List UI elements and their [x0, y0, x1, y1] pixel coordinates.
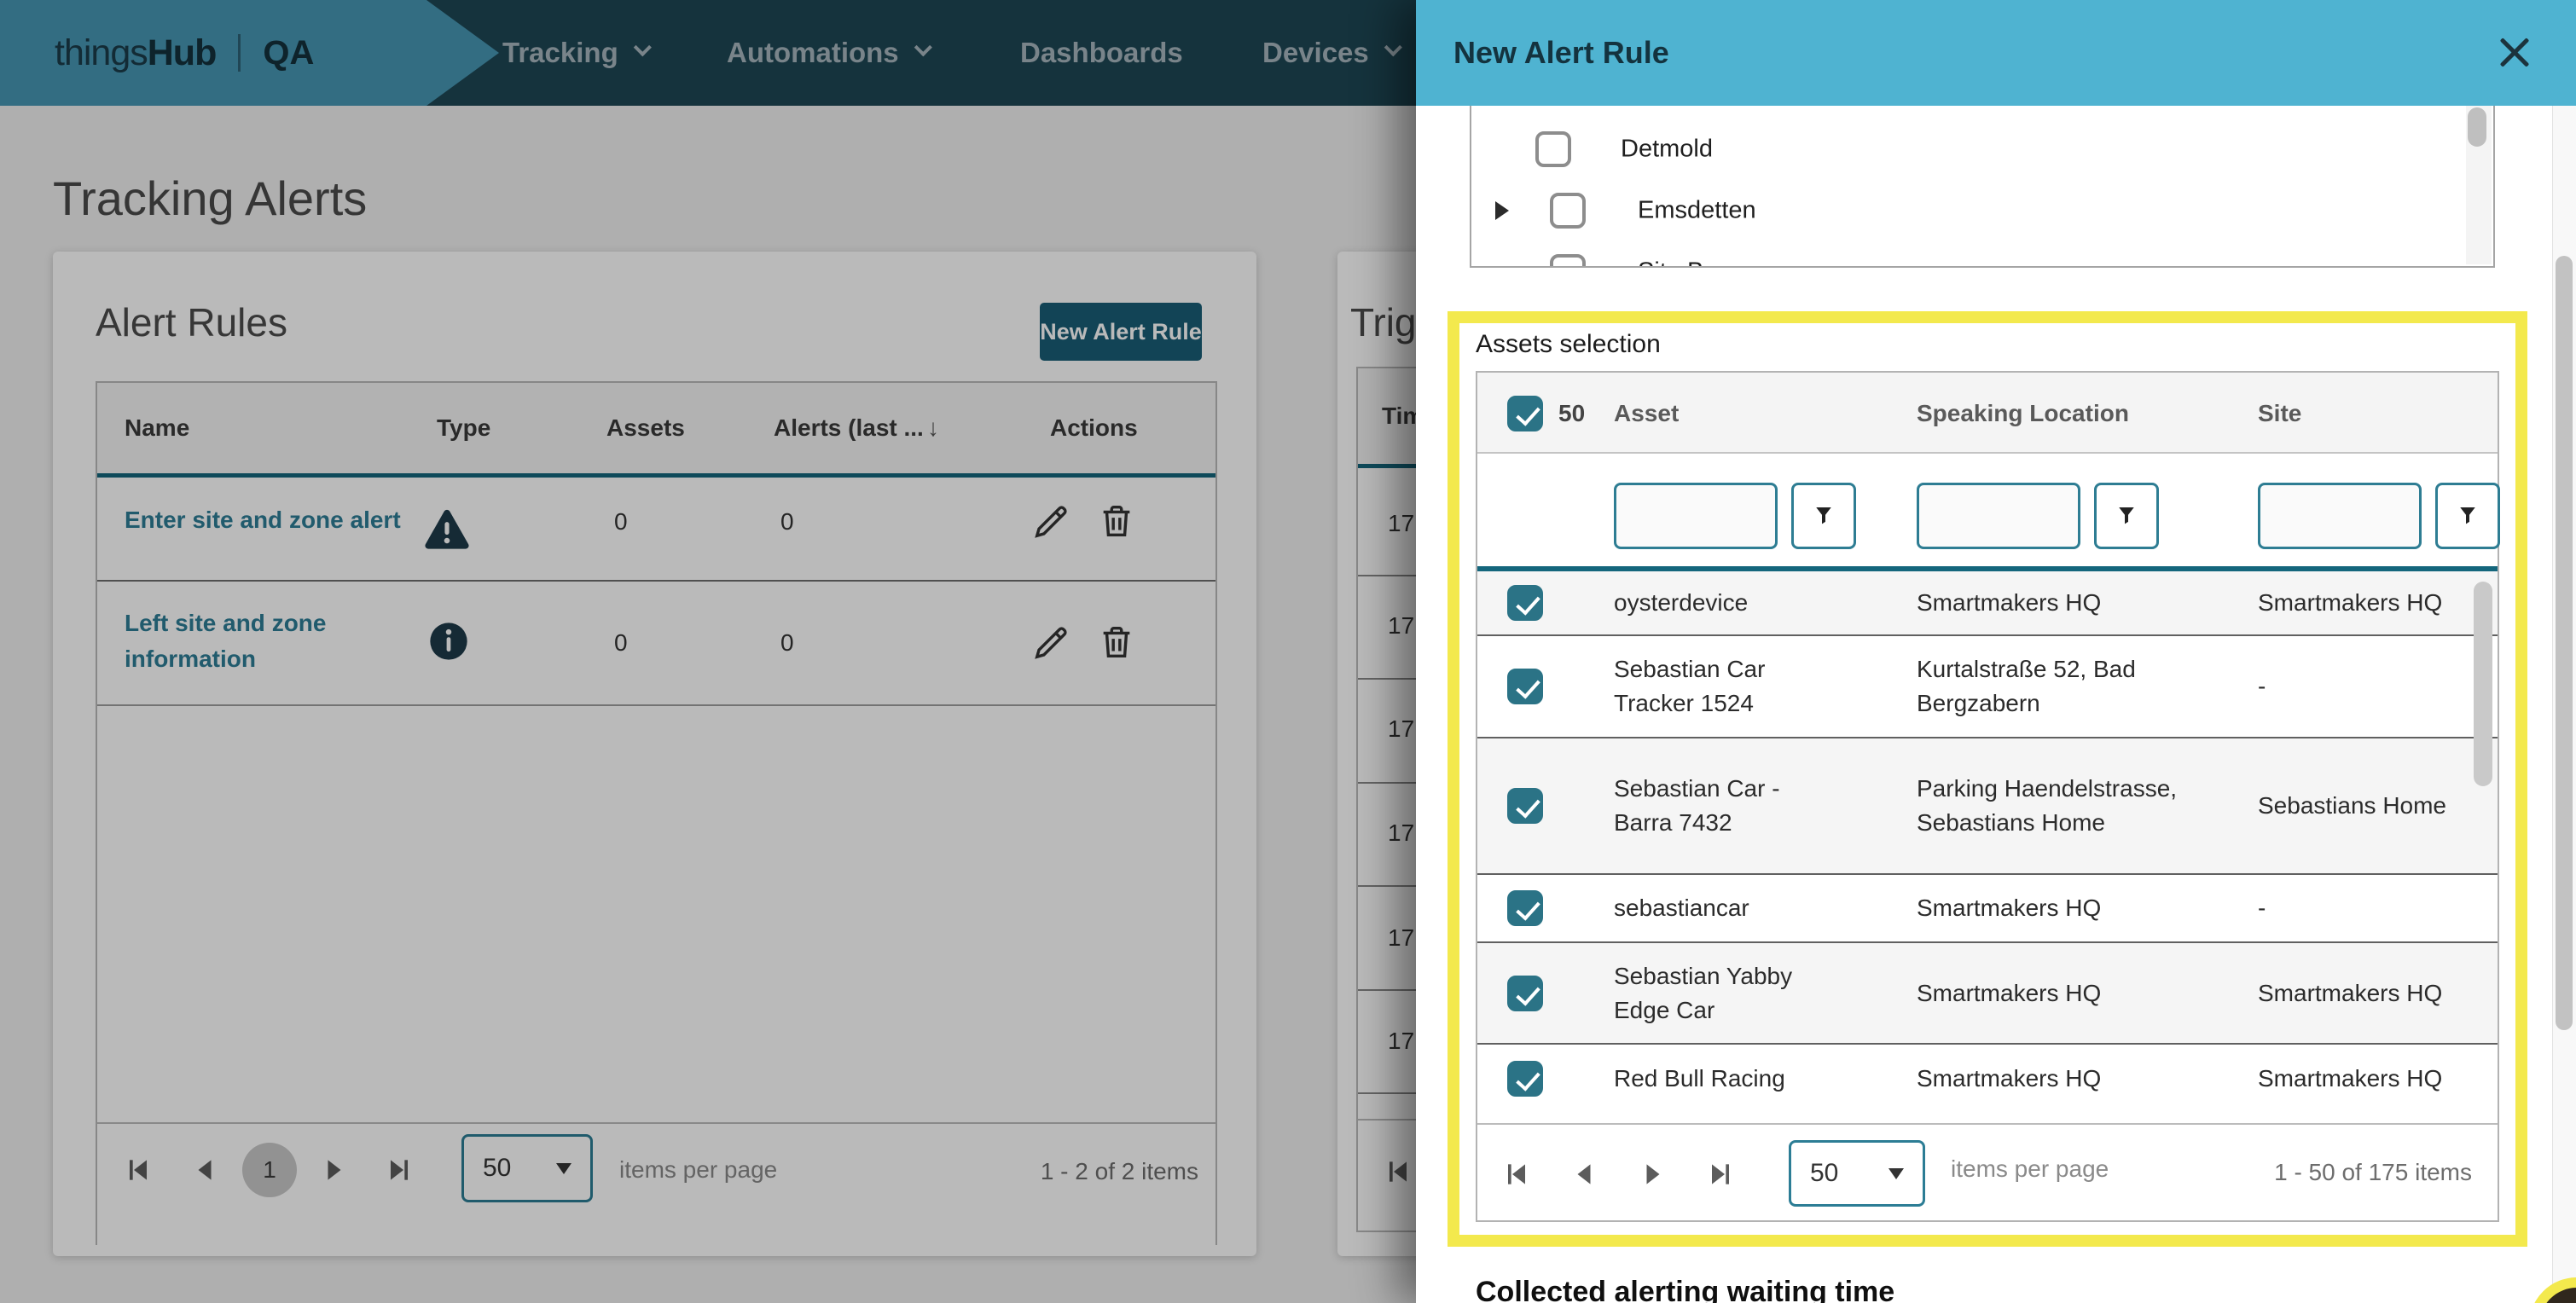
checkbox[interactable] — [1550, 254, 1586, 268]
column-header-site[interactable]: Site — [2258, 373, 2301, 454]
asset-filter-button[interactable] — [1791, 483, 1856, 549]
assets-rows: oysterdevice Smartmakers HQ Smartmakers … — [1477, 571, 2498, 1113]
site: - — [2228, 669, 2498, 704]
first-page-icon[interactable] — [1500, 1157, 1534, 1191]
speaking-location: Smartmakers HQ — [1887, 976, 2228, 1011]
row-checkbox[interactable] — [1507, 585, 1543, 621]
row-checkbox[interactable] — [1507, 788, 1543, 824]
column-header-asset[interactable]: Asset — [1614, 373, 1679, 454]
tree-scrollbar-track[interactable] — [2466, 106, 2492, 264]
funnel-icon — [1811, 501, 1836, 530]
last-page-icon[interactable] — [1703, 1157, 1738, 1191]
screen: thingsHub QA Tracking Automations Dashbo… — [0, 0, 2576, 1303]
row-checkbox[interactable] — [1507, 669, 1543, 704]
site-tree: Detmold Emsdetten Site B — [1470, 106, 2495, 268]
table-row[interactable]: Red Bull Racing Smartmakers HQ Smartmake… — [1477, 1045, 2498, 1113]
dropdown-caret-icon — [1888, 1168, 1904, 1179]
site: Smartmakers HQ — [2228, 586, 2498, 620]
assets-selection-highlight: Assets selection 50 Asset Speaking Locat… — [1448, 311, 2527, 1247]
row-checkbox[interactable] — [1507, 890, 1543, 926]
table-row[interactable]: oysterdevice Smartmakers HQ Smartmakers … — [1477, 571, 2498, 636]
site-filter-button[interactable] — [2435, 483, 2500, 549]
speaking-location-filter-input[interactable] — [1917, 483, 2080, 549]
checkbox[interactable] — [1550, 193, 1586, 229]
page-size-dropdown[interactable]: 50 — [1789, 1140, 1925, 1207]
next-page-icon[interactable] — [1636, 1157, 1670, 1191]
table-row[interactable]: Sebastian Car - Barra 7432 Parking Haend… — [1477, 738, 2498, 875]
asset-name: Sebastian Car Tracker 1524 — [1584, 652, 1887, 721]
site: - — [2228, 891, 2498, 925]
drawer-title: New Alert Rule — [1453, 35, 1669, 71]
pager-range-label: 1 - 50 of 175 items — [2274, 1159, 2472, 1186]
items-per-page-label: items per page — [1951, 1155, 2109, 1183]
assets-filter-row — [1477, 454, 2498, 566]
tree-item-label: Emsdetten — [1638, 197, 1756, 225]
speaking-location: Kurtalstraße 52, Bad Bergzabern — [1887, 652, 2228, 721]
speaking-location: Smartmakers HQ — [1887, 1062, 2228, 1096]
asset-name: Sebastian Yabby Edge Car — [1584, 959, 1887, 1028]
column-header-speaking-location[interactable]: Speaking Location — [1917, 373, 2129, 454]
row-checkbox[interactable] — [1507, 1061, 1543, 1097]
selected-count: 50 — [1558, 373, 1585, 454]
funnel-icon — [2455, 501, 2480, 530]
asset-name: oysterdevice — [1584, 586, 1887, 620]
site: Smartmakers HQ — [2228, 1062, 2498, 1096]
expand-arrow-icon[interactable] — [1495, 201, 1509, 220]
site-filter-input[interactable] — [2258, 483, 2422, 549]
previous-page-icon[interactable] — [1567, 1157, 1601, 1191]
drawer-header: New Alert Rule — [1416, 0, 2576, 106]
table-row[interactable]: sebastiancar Smartmakers HQ - — [1477, 875, 2498, 943]
speaking-location: Smartmakers HQ — [1887, 586, 2228, 620]
row-checkbox[interactable] — [1507, 976, 1543, 1011]
drawer-scrollbar-thumb[interactable] — [2556, 256, 2573, 1030]
close-icon[interactable] — [2494, 32, 2535, 73]
table-row[interactable]: Sebastian Car Tracker 1524 Kurtalstraße … — [1477, 636, 2498, 738]
table-row[interactable]: Sebastian Yabby Edge Car Smartmakers HQ … — [1477, 943, 2498, 1045]
asset-name: sebastiancar — [1584, 891, 1887, 925]
tree-item-label: Detmold — [1621, 136, 1713, 164]
collected-alerting-waiting-time-label: Collected alerting waiting time — [1476, 1276, 1894, 1303]
assets-selection-label: Assets selection — [1476, 330, 1661, 359]
assets-table-header: 50 Asset Speaking Location Site — [1477, 373, 2498, 454]
assets-table: 50 Asset Speaking Location Site — [1476, 371, 2499, 1222]
tree-scrollbar-thumb[interactable] — [2468, 107, 2486, 147]
speaking-location: Smartmakers HQ — [1887, 891, 2228, 925]
speaking-location-filter-button[interactable] — [2094, 483, 2159, 549]
checkbox[interactable] — [1535, 131, 1571, 167]
asset-filter-input[interactable] — [1614, 483, 1778, 549]
funnel-icon — [2114, 501, 2139, 530]
asset-name: Red Bull Racing — [1584, 1062, 1887, 1096]
new-alert-rule-drawer: New Alert Rule Detmold Emsdetten Site B — [1416, 0, 2576, 1303]
assets-scrollbar-thumb[interactable] — [2474, 582, 2492, 786]
site: Sebastians Home — [2228, 789, 2498, 823]
assets-pager: 50 items per page 1 - 50 of 175 items — [1477, 1123, 2498, 1220]
speaking-location: Parking Haendelstrasse, Sebastians Home — [1887, 772, 2228, 840]
select-all-checkbox[interactable] — [1507, 396, 1543, 431]
asset-name: Sebastian Car - Barra 7432 — [1584, 772, 1887, 840]
tree-item-label: Site B — [1638, 258, 1703, 269]
page-size-value: 50 — [1810, 1159, 1838, 1188]
site: Smartmakers HQ — [2228, 976, 2498, 1011]
